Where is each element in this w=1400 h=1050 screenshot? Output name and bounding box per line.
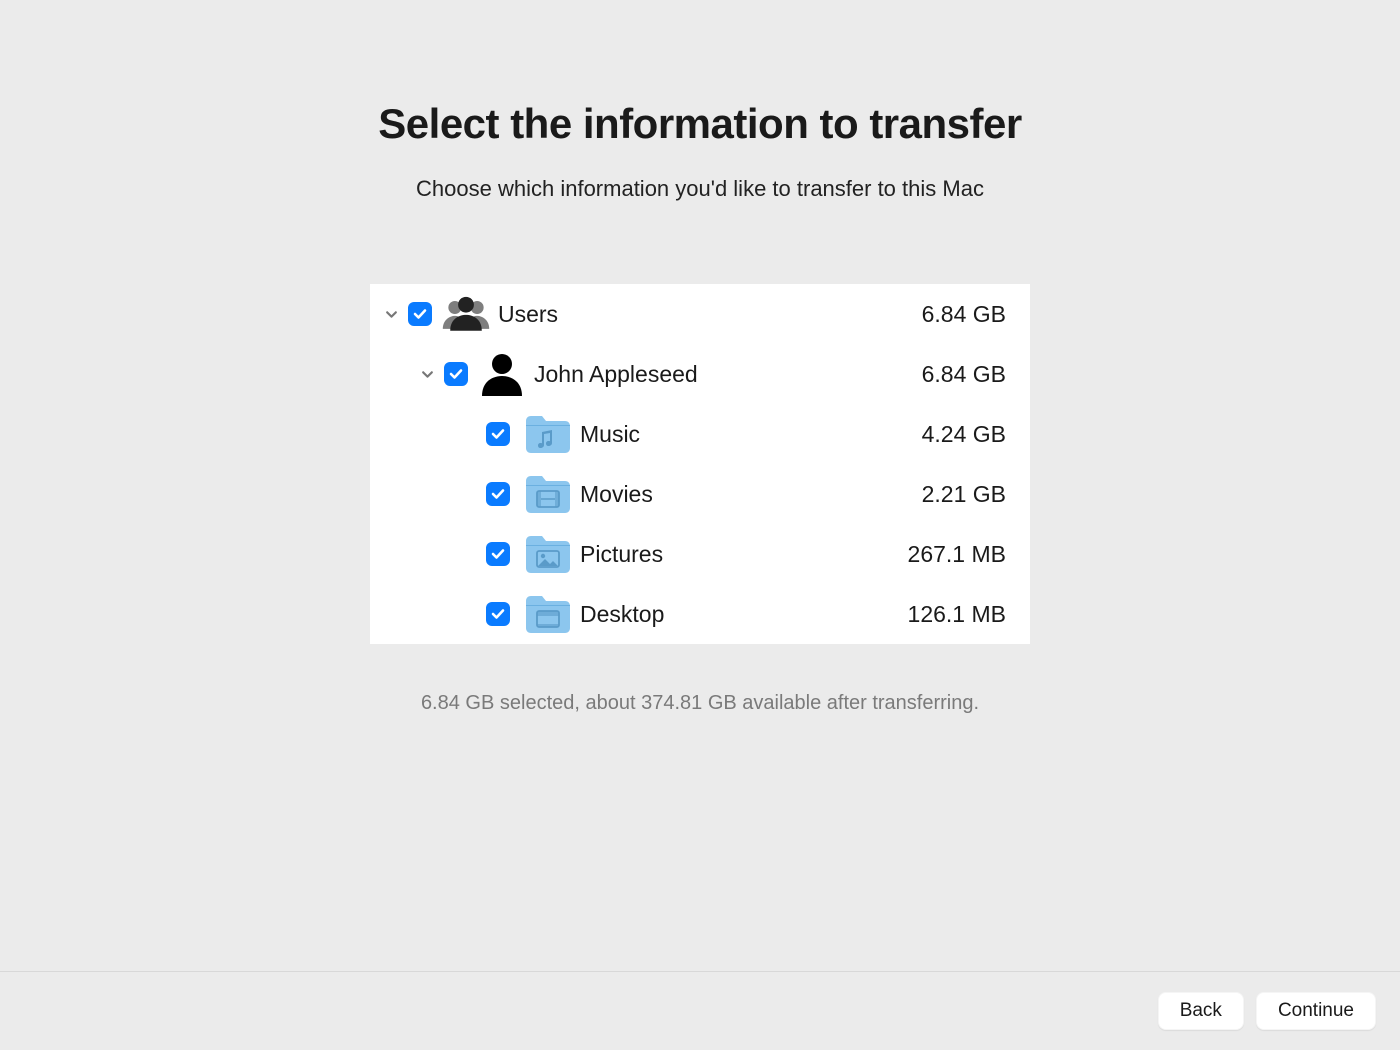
- tree-label-users: Users: [498, 301, 558, 328]
- checkbox-pictures[interactable]: [486, 542, 510, 566]
- page-subtitle: Choose which information you'd like to t…: [416, 176, 984, 202]
- movies-folder-icon: [520, 470, 576, 518]
- tree-row-pictures[interactable]: Pictures 267.1 MB: [370, 524, 1030, 584]
- tree-label-movies: Movies: [580, 481, 653, 508]
- content-area: Select the information to transfer Choos…: [0, 0, 1400, 971]
- tree-size-desktop: 126.1 MB: [886, 601, 1006, 628]
- back-button[interactable]: Back: [1158, 992, 1244, 1030]
- person-icon: [474, 350, 530, 398]
- checkbox-desktop[interactable]: [486, 602, 510, 626]
- tree-row-music[interactable]: Music 4.24 GB: [370, 404, 1030, 464]
- tree-label-desktop: Desktop: [580, 601, 664, 628]
- chevron-down-icon[interactable]: [380, 308, 402, 321]
- page-title: Select the information to transfer: [378, 100, 1021, 148]
- pictures-folder-icon: [520, 530, 576, 578]
- tree-label-pictures: Pictures: [580, 541, 663, 568]
- migration-assistant-window: Select the information to transfer Choos…: [0, 0, 1400, 1050]
- checkbox-users[interactable]: [408, 302, 432, 326]
- tree-size-movies: 2.21 GB: [886, 481, 1006, 508]
- tree-size-music: 4.24 GB: [886, 421, 1006, 448]
- tree-label-music: Music: [580, 421, 640, 448]
- tree-size-users: 6.84 GB: [886, 301, 1006, 328]
- checkbox-user[interactable]: [444, 362, 468, 386]
- tree-label-user: John Appleseed: [534, 361, 698, 388]
- desktop-folder-icon: [520, 590, 576, 638]
- users-group-icon: [438, 290, 494, 338]
- tree-row-desktop[interactable]: Desktop 126.1 MB: [370, 584, 1030, 644]
- music-folder-icon: [520, 410, 576, 458]
- tree-row-movies[interactable]: Movies 2.21 GB: [370, 464, 1030, 524]
- tree-row-users[interactable]: Users 6.84 GB: [370, 284, 1030, 344]
- button-bar: Back Continue: [0, 971, 1400, 1050]
- tree-size-user: 6.84 GB: [886, 361, 1006, 388]
- tree-row-user[interactable]: John Appleseed 6.84 GB: [370, 344, 1030, 404]
- checkbox-music[interactable]: [486, 422, 510, 446]
- selection-status: 6.84 GB selected, about 374.81 GB availa…: [421, 692, 979, 715]
- continue-button[interactable]: Continue: [1256, 992, 1376, 1030]
- tree-size-pictures: 267.1 MB: [886, 541, 1006, 568]
- checkbox-movies[interactable]: [486, 482, 510, 506]
- chevron-down-icon[interactable]: [416, 368, 438, 381]
- transfer-selection-list: Users 6.84 GB John Appleseed: [370, 284, 1030, 644]
